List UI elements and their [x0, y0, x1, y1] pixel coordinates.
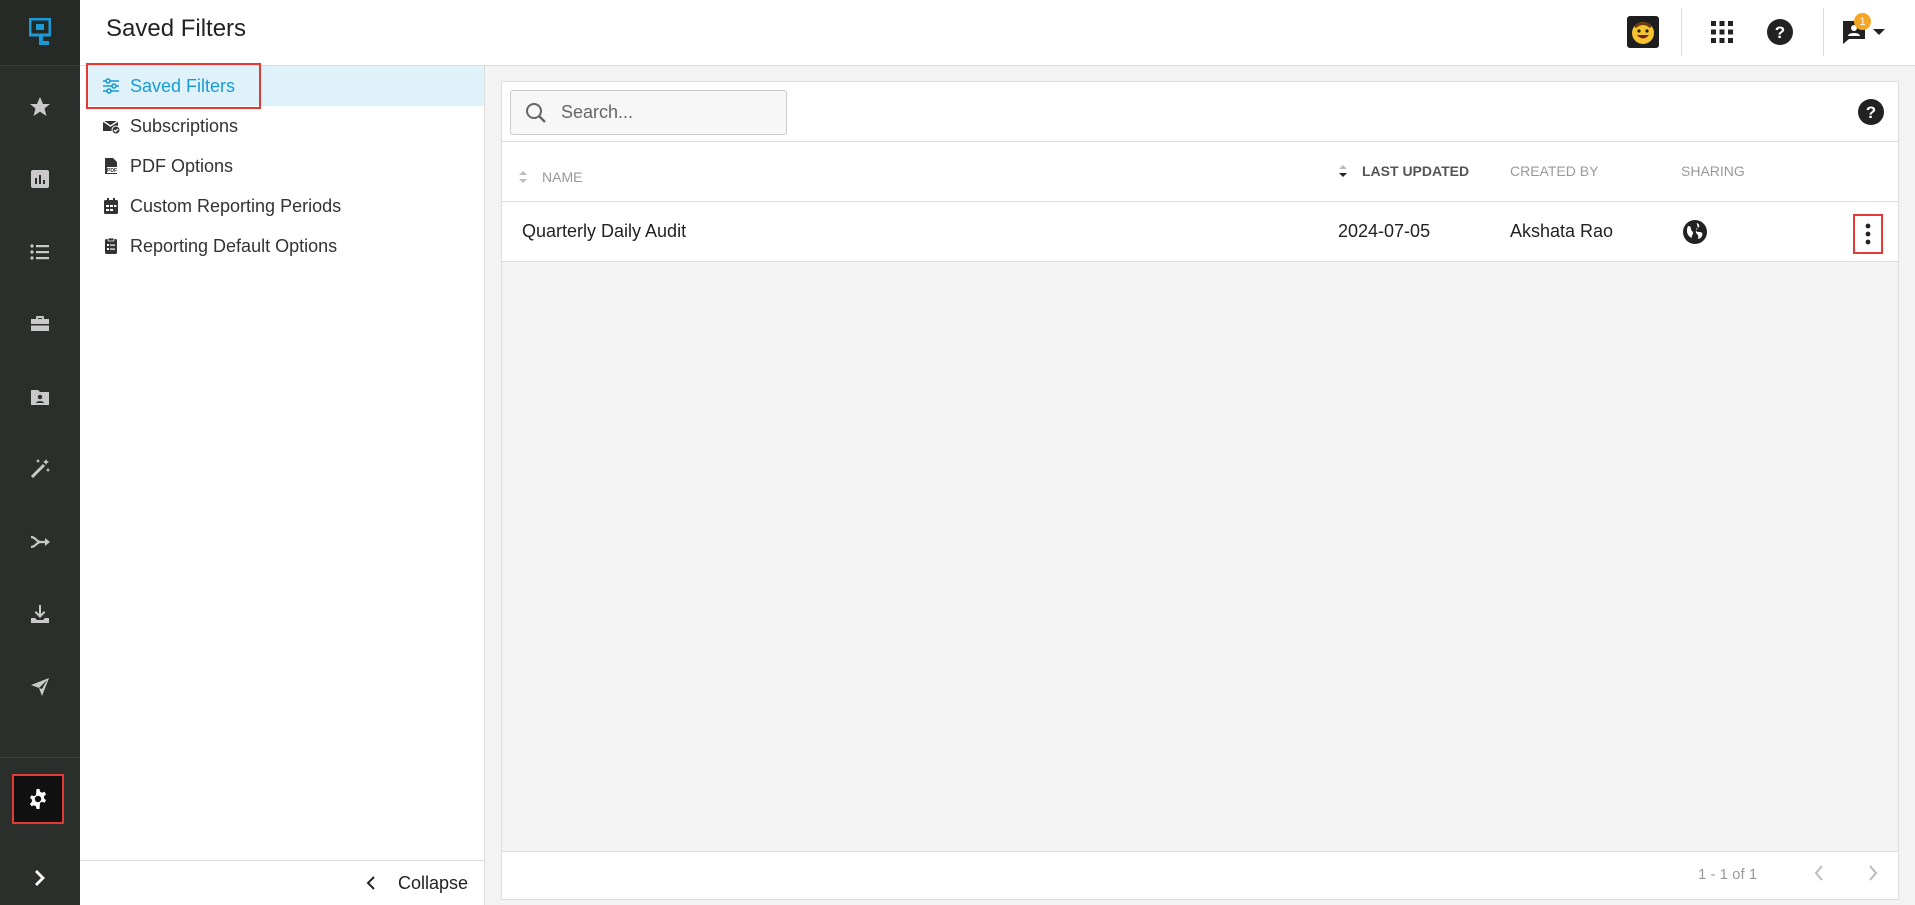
rail-reports[interactable] [0, 222, 80, 282]
cell-created-by: Akshata Rao [1510, 221, 1614, 241]
sidenav-item-pdf-options[interactable]: PDF PDF Options [86, 146, 484, 186]
rail-magic[interactable] [0, 439, 80, 499]
column-label: CREATED BY [1510, 163, 1599, 179]
table-toolbar: ? [502, 82, 1898, 142]
collapse-button[interactable]: Collapse [80, 860, 484, 905]
merge-arrow-icon [30, 535, 50, 549]
column-header-name[interactable]: NAME [518, 169, 582, 185]
rail-favorites[interactable] [0, 77, 80, 137]
sidenav-item-saved-filters[interactable]: Saved Filters [86, 63, 484, 109]
sidenav-item-label: Custom Reporting Periods [130, 195, 342, 216]
envelope-check-icon [102, 120, 120, 135]
cell-name[interactable]: Quarterly Daily Audit [522, 221, 686, 242]
svg-text:?: ? [1775, 23, 1785, 42]
cell-last-updated: 2024-07-05 [1338, 221, 1431, 241]
column-header-sharing: SHARING [1681, 163, 1745, 179]
logo-icon [29, 17, 51, 45]
next-page-button[interactable] [1867, 864, 1879, 886]
sort-icon [519, 171, 527, 183]
user-avatar[interactable] [1623, 12, 1663, 52]
search-icon [526, 102, 546, 123]
svg-text:?: ? [1866, 103, 1876, 122]
star-icon [30, 97, 50, 116]
magic-wand-icon [30, 459, 50, 479]
sidenav-item-label: Reporting Default Options [130, 235, 338, 256]
main-content: ? NAME LAST UPDATED CREATED BY SHA [485, 66, 1915, 905]
table-header: NAME LAST UPDATED CREATED BY SHARING [502, 142, 1898, 202]
grid-icon [1711, 21, 1733, 43]
rail-portfolio[interactable] [0, 294, 80, 354]
sidenav-item-label: Subscriptions [130, 115, 239, 136]
page-title: Saved Filters [106, 15, 247, 42]
pdf-file-icon: PDF [105, 158, 117, 174]
column-header-last-updated[interactable]: LAST UPDATED [1338, 163, 1469, 179]
briefcase-icon [31, 316, 49, 331]
question-circle-icon: ? [1858, 99, 1884, 125]
rail-downloads[interactable] [0, 584, 80, 644]
top-header: Saved Filters ? 1 [80, 0, 1915, 66]
sidenav-item-subscriptions[interactable]: Subscriptions [86, 106, 484, 146]
sort-desc-icon [1339, 165, 1347, 177]
header-divider [1681, 8, 1682, 56]
svg-text:PDF: PDF [107, 168, 117, 174]
app-logo[interactable] [0, 0, 80, 66]
table-row[interactable]: Quarterly Daily Audit 2024-07-05 Akshata… [502, 202, 1898, 262]
column-label: LAST UPDATED [1362, 163, 1470, 179]
sidenav-item-reporting-default-options[interactable]: Reporting Default Options [86, 226, 484, 266]
column-label: SHARING [1681, 163, 1745, 179]
calendar-icon [104, 198, 118, 214]
avatar-icon [1627, 16, 1659, 48]
header-divider [1823, 8, 1824, 56]
saved-filters-panel: ? NAME LAST UPDATED CREATED BY SHA [501, 81, 1899, 900]
column-label: NAME [542, 169, 583, 185]
list-icon [30, 244, 49, 260]
rail-dashboards[interactable] [0, 149, 80, 209]
row-actions-button[interactable] [1853, 214, 1883, 254]
search-box[interactable] [510, 90, 787, 135]
settings-sidenav: Saved Filters Subscriptions PDF PDF Opti… [80, 63, 485, 905]
help-button[interactable]: ? [1760, 12, 1800, 52]
notification-badge: 1 [1854, 13, 1871, 30]
more-vertical-icon [1865, 223, 1871, 245]
chevron-right-icon [35, 869, 45, 886]
rail-workflows[interactable] [0, 512, 80, 572]
notifications-button[interactable]: 1 [1838, 12, 1888, 52]
column-header-created-by[interactable]: CREATED BY [1510, 163, 1598, 179]
sidenav-item-custom-reporting-periods[interactable]: Custom Reporting Periods [86, 186, 484, 226]
rail-distribution[interactable] [0, 657, 80, 717]
cell-sharing [1682, 219, 1708, 250]
caret-down-icon [1873, 29, 1885, 35]
send-icon [31, 678, 49, 696]
bar-chart-icon [31, 170, 49, 188]
chevron-right-icon [1869, 865, 1878, 881]
search-input[interactable] [561, 102, 761, 123]
pagination-footer: 1 - 1 of 1 [502, 851, 1898, 899]
globe-icon [1683, 220, 1707, 244]
folder-user-icon [31, 390, 49, 405]
prev-page-button[interactable] [1813, 864, 1825, 886]
rail-settings[interactable] [12, 774, 64, 824]
rail-folders[interactable] [0, 367, 80, 427]
pagination-range: 1 - 1 of 1 [1698, 866, 1758, 883]
download-icon [31, 605, 49, 623]
apps-button[interactable] [1702, 12, 1742, 52]
collapse-label: Collapse [397, 872, 468, 893]
notifications-icon-wrap: 1 [1841, 13, 1871, 45]
question-circle-icon: ? [1767, 19, 1793, 45]
clipboard-list-icon [105, 237, 117, 254]
icon-rail [0, 0, 80, 905]
chevron-left-icon [366, 876, 375, 890]
chevron-left-icon [1814, 865, 1823, 881]
rail-divider [0, 757, 80, 758]
table-help-button[interactable]: ? [1858, 99, 1884, 130]
highlight-box [86, 63, 261, 109]
sidenav-item-label: PDF Options [130, 155, 234, 176]
rail-expand-button[interactable] [0, 850, 80, 905]
gear-icon [30, 789, 46, 809]
